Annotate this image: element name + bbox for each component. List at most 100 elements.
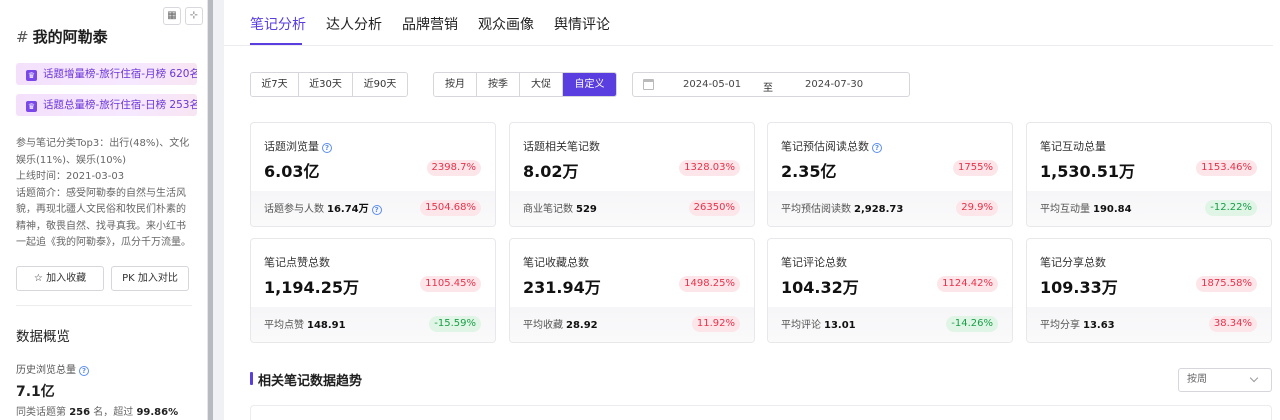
period-segment: 按月 按季 大促 自定义	[433, 72, 617, 97]
history-label: 历史浏览总量?	[16, 361, 89, 376]
rank-text: 话题增量榜-旅行住宿-月榜 620名	[43, 68, 197, 80]
sub-change-badge: 38.34%	[1208, 316, 1257, 332]
metric-label-text: 笔记预估阅读总数	[781, 140, 869, 153]
date-range-picker[interactable]: 2024-05-01 至 2024-07-30	[632, 72, 910, 97]
help-icon[interactable]: ?	[371, 205, 382, 215]
foot-prefix: 同类话题第	[16, 407, 66, 418]
tab-sentiment-comments[interactable]: 舆情评论	[554, 14, 610, 34]
overview-title: 数据概览	[16, 329, 70, 345]
granularity-value: 按周	[1187, 374, 1207, 385]
topic-description: 话题简介：感受阿勒泰的自然与生活风貌，再现北疆人文民俗和牧民们朴素的精神，敬畏自…	[16, 187, 191, 249]
add-favorite-button[interactable]: ☆ 加入收藏	[16, 266, 104, 291]
sidebar-tools: ▦ ⊹	[163, 7, 203, 25]
sub-metric-value: 13.01	[824, 320, 856, 331]
qr-icon[interactable]: ▦	[163, 7, 181, 25]
metric-card[interactable]: 笔记收藏总数 231.94万 1498.25% 平均收藏 28.92 11.92%	[509, 238, 755, 343]
range-30d-button[interactable]: 近30天	[299, 73, 353, 96]
metric-value: 1,194.25万	[264, 278, 359, 297]
sidebar: ▦ ⊹ # 我的阿勒泰 ♛ 话题增量榜-旅行住宿-月榜 620名 ♛ 话题总量榜-旅行…	[0, 0, 208, 420]
calendar-icon	[643, 79, 654, 90]
foot-rank: 256	[69, 407, 91, 418]
metric-card[interactable]: 话题相关笔记数 8.02万 1328.03% 商业笔记数 529 26350%	[509, 122, 755, 227]
rank-text: 话题总量榜-旅行住宿-日榜 253名	[43, 99, 197, 111]
metric-change-badge: 1498.25%	[679, 276, 740, 292]
main-panel: 笔记分析 达人分析 品牌营销 观众画像 舆情评论 近7天 近30天 近90天 按…	[224, 0, 1280, 420]
sub-metric-value: 529	[576, 204, 597, 215]
foot-mid: 名，超过	[93, 407, 134, 418]
metric-label-text: 笔记评论总数	[781, 256, 847, 269]
sub-metric-label: 平均收藏	[523, 320, 563, 331]
metric-value: 6.03亿	[264, 162, 320, 181]
foot-pct: 99.86%	[136, 407, 179, 418]
sub-change-badge: 26350%	[688, 200, 740, 216]
rank-badge[interactable]: ♛ 话题增量榜-旅行住宿-月榜 620名	[16, 63, 197, 85]
date-start[interactable]: 2024-05-01	[683, 79, 741, 90]
tab-audience-profile[interactable]: 观众画像	[478, 14, 534, 34]
metric-label-text: 笔记分享总数	[1040, 256, 1106, 269]
rank-badge[interactable]: ♛ 话题总量榜-旅行住宿-日榜 253名	[16, 94, 197, 116]
metric-value: 2.35亿	[781, 162, 837, 181]
sub-metric-label: 商业笔记数	[523, 204, 573, 215]
tab-brand-marketing[interactable]: 品牌营销	[402, 14, 458, 34]
topic-info: 参与笔记分类Top3：出行(48%)、文化娱乐(11%)、娱乐(10%) 上线时…	[16, 136, 194, 252]
range-7d-button[interactable]: 近7天	[251, 73, 299, 96]
metric-card[interactable]: 笔记评论总数 104.32万 1124.42% 平均评论 13.01 -14.26%	[767, 238, 1013, 343]
sidebar-scrollbar[interactable]	[208, 0, 213, 420]
sub-metric: 平均互动量 190.84	[1040, 200, 1132, 215]
hash-icon: #	[16, 28, 29, 46]
tab-note-analysis[interactable]: 笔记分析	[250, 14, 306, 34]
range-segment: 近7天 近30天 近90天	[250, 72, 408, 97]
period-custom-button[interactable]: 自定义	[563, 73, 616, 96]
metric-change-badge: 1105.45%	[420, 276, 481, 292]
period-month-button[interactable]: 按月	[434, 73, 477, 96]
history-label-text: 历史浏览总量	[16, 365, 76, 376]
crown-icon: ♛	[26, 70, 37, 81]
sub-metric-value: 190.84	[1093, 204, 1132, 215]
metric-label: 笔记评论总数	[781, 254, 847, 270]
period-quarter-button[interactable]: 按季	[477, 73, 520, 96]
metric-label: 笔记分享总数	[1040, 254, 1106, 270]
period-promo-button[interactable]: 大促	[520, 73, 563, 96]
date-end[interactable]: 2024-07-30	[805, 79, 863, 90]
metric-label: 笔记点赞总数	[264, 254, 330, 270]
trend-title: 相关笔记数据趋势	[258, 374, 363, 389]
metric-label-text: 笔记互动总量	[1040, 140, 1106, 153]
metric-card[interactable]: 话题浏览量? 6.03亿 2398.7% 话题参与人数 16.74万? 1504.68%	[250, 122, 496, 227]
sub-change-badge: 29.9%	[956, 200, 998, 216]
metric-card[interactable]: 笔记预估阅读总数? 2.35亿 1755% 平均预估阅读数 2,928.73 29.9%	[767, 122, 1013, 227]
help-icon[interactable]: ?	[79, 366, 89, 376]
scrollbar-thumb[interactable]	[208, 0, 213, 420]
sub-change-badge: -14.26%	[946, 316, 998, 332]
main-scrollbar[interactable]	[1273, 0, 1280, 420]
crown-icon: ♛	[26, 101, 37, 112]
metric-value: 8.02万	[523, 162, 579, 181]
category-top3: 参与笔记分类Top3：出行(48%)、文化娱乐(11%)、娱乐(10%)	[16, 138, 190, 166]
tab-creator-analysis[interactable]: 达人分析	[326, 14, 382, 34]
add-compare-button[interactable]: PK 加入对比	[111, 266, 189, 291]
sub-change-badge: -12.22%	[1205, 200, 1257, 216]
metric-label: 话题浏览量?	[264, 138, 332, 154]
help-icon[interactable]: ?	[322, 143, 332, 153]
sub-metric: 话题参与人数 16.74万?	[264, 200, 382, 215]
metric-card[interactable]: 笔记分享总数 109.33万 1875.58% 平均分享 13.63 38.34%	[1026, 238, 1272, 343]
sub-metric-value: 28.92	[566, 320, 598, 331]
sub-metric-label: 话题参与人数	[264, 204, 324, 215]
metric-change-badge: 1124.42%	[937, 276, 998, 292]
metric-card[interactable]: 笔记互动总量 1,530.51万 1153.46% 平均互动量 190.84 -12.22…	[1026, 122, 1272, 227]
sub-metric: 平均评论 13.01	[781, 316, 856, 331]
metric-label-text: 笔记点赞总数	[264, 256, 330, 269]
metric-value: 109.33万	[1040, 278, 1118, 297]
range-90d-button[interactable]: 近90天	[353, 73, 407, 96]
tab-bar: 笔记分析 达人分析 品牌营销 观众画像 舆情评论	[224, 0, 1280, 46]
metric-change-badge: 1875.58%	[1196, 276, 1257, 292]
help-icon[interactable]: ?	[872, 143, 882, 153]
metric-card[interactable]: 笔记点赞总数 1,194.25万 1105.45% 平均点赞 148.91 -15.59%	[250, 238, 496, 343]
sub-metric-label: 平均分享	[1040, 320, 1080, 331]
sub-metric-value: 2,928.73	[854, 204, 904, 215]
sub-metric: 平均预估阅读数 2,928.73	[781, 200, 903, 215]
trend-chart-container	[250, 405, 1272, 420]
metric-label-text: 话题浏览量	[264, 140, 319, 153]
granularity-select[interactable]: 按周	[1178, 368, 1272, 392]
compress-icon[interactable]: ⊹	[185, 7, 203, 25]
metric-change-badge: 2398.7%	[426, 160, 481, 176]
